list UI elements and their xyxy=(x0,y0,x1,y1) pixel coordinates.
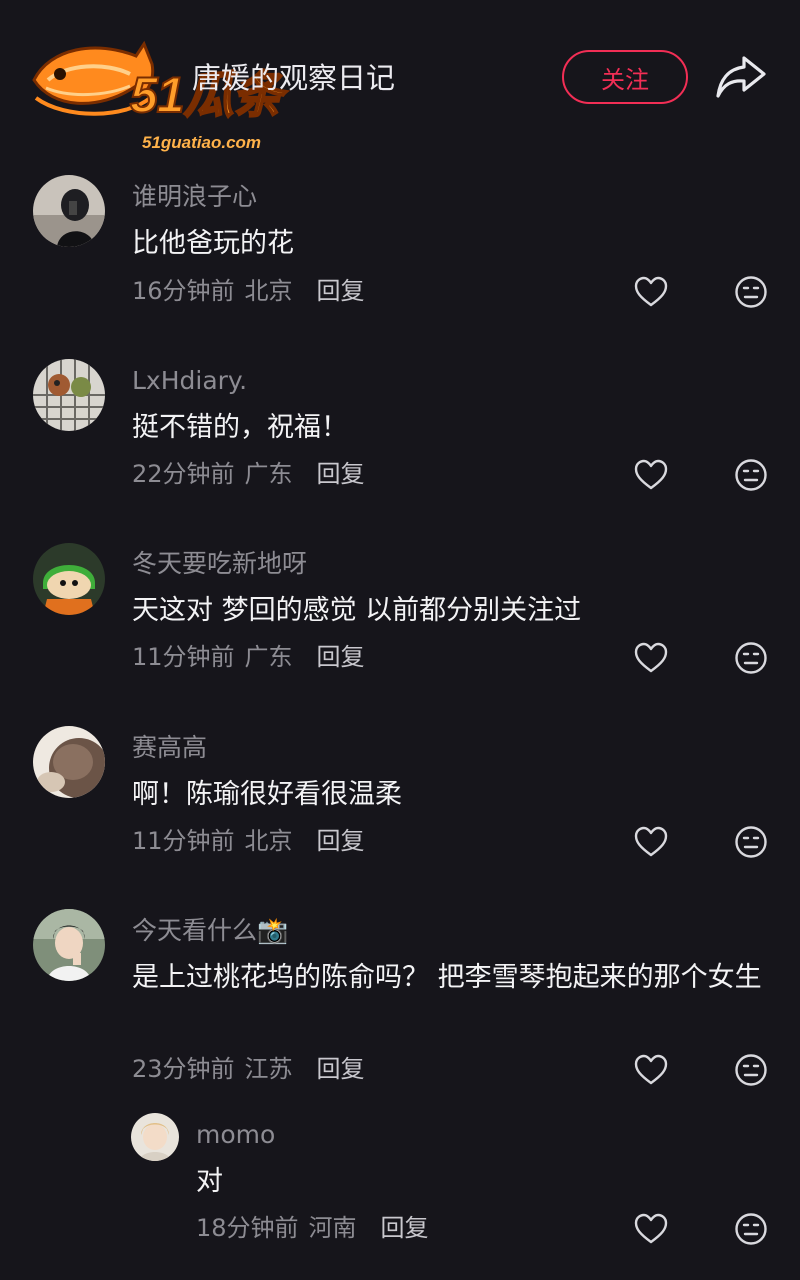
watermark-site-text: 51guatiao.com xyxy=(142,133,262,152)
share-arrow-icon[interactable] xyxy=(714,52,768,102)
comment-text: 比他爸玩的花 xyxy=(132,228,294,259)
meh-face-icon[interactable] xyxy=(734,641,768,675)
comment-text: 对 xyxy=(196,1166,223,1197)
timestamp: 18分钟前 xyxy=(196,1214,299,1242)
avatar[interactable] xyxy=(33,359,105,431)
comment-meta: 11分钟前 广东 回复 xyxy=(132,640,365,674)
meh-face-icon[interactable] xyxy=(734,1053,768,1087)
reply-button[interactable]: 回复 xyxy=(317,457,365,491)
timestamp: 11分钟前 xyxy=(132,643,235,671)
reply-button[interactable]: 回复 xyxy=(317,274,365,308)
avatar[interactable] xyxy=(33,175,105,247)
reply-button[interactable]: 回复 xyxy=(317,824,365,858)
location: 广东 xyxy=(244,643,293,671)
username[interactable]: LxHdiary. xyxy=(132,364,247,398)
meh-face-icon[interactable] xyxy=(734,1212,768,1246)
comment-meta: 23分钟前 江苏 回复 xyxy=(132,1052,365,1086)
username[interactable]: 今天看什么📸 xyxy=(132,914,288,948)
comment-text: 啊！陈瑜很好看很温柔 xyxy=(132,779,402,810)
comment-text: 天这对 梦回的感觉 以前都分别关注过 xyxy=(132,595,582,626)
meh-face-icon[interactable] xyxy=(734,458,768,492)
page-title: 唐媛的观察日记 xyxy=(192,61,396,95)
comment-meta: 22分钟前 广东 回复 xyxy=(132,457,365,491)
location: 广东 xyxy=(244,460,293,488)
timestamp: 23分钟前 xyxy=(132,1055,235,1083)
avatar[interactable] xyxy=(33,543,105,615)
timestamp: 11分钟前 xyxy=(132,827,235,855)
reply-button[interactable]: 回复 xyxy=(317,1052,365,1086)
timestamp: 16分钟前 xyxy=(132,277,235,305)
comment-text: 是上过桃花坞的陈俞吗？ 把李雪琴抱起来的那个女生 xyxy=(132,962,762,993)
heart-outline-icon[interactable] xyxy=(634,826,668,858)
location: 江苏 xyxy=(244,1055,293,1083)
heart-outline-icon[interactable] xyxy=(634,459,668,491)
avatar[interactable] xyxy=(33,726,105,798)
username[interactable]: 冬天要吃新地呀 xyxy=(132,547,307,581)
username[interactable]: 赛高高 xyxy=(132,731,207,765)
location: 北京 xyxy=(244,277,293,305)
comment-meta: 11分钟前 北京 回复 xyxy=(132,824,365,858)
location: 河南 xyxy=(308,1214,357,1242)
heart-outline-icon[interactable] xyxy=(634,1054,668,1086)
username[interactable]: momo xyxy=(196,1118,275,1152)
comment-meta: 18分钟前 河南 回复 xyxy=(196,1211,429,1245)
comment-text: 挺不错的，祝福！ xyxy=(132,412,348,443)
heart-outline-icon[interactable] xyxy=(634,1213,668,1245)
meh-face-icon[interactable] xyxy=(734,275,768,309)
reply-button[interactable]: 回复 xyxy=(381,1211,429,1245)
avatar[interactable] xyxy=(33,909,105,981)
location: 北京 xyxy=(244,827,293,855)
timestamp: 22分钟前 xyxy=(132,460,235,488)
follow-button[interactable]: 关注 xyxy=(562,50,688,104)
top-bar: 51瓜条 51guatiao.com 唐媛的观察日记 关注 xyxy=(0,0,800,160)
reply-button[interactable]: 回复 xyxy=(317,640,365,674)
meh-face-icon[interactable] xyxy=(734,825,768,859)
heart-outline-icon[interactable] xyxy=(634,276,668,308)
comment-meta: 16分钟前 北京 回复 xyxy=(132,274,365,308)
heart-outline-icon[interactable] xyxy=(634,642,668,674)
avatar[interactable] xyxy=(131,1113,179,1161)
username[interactable]: 谁明浪子心 xyxy=(132,180,257,214)
